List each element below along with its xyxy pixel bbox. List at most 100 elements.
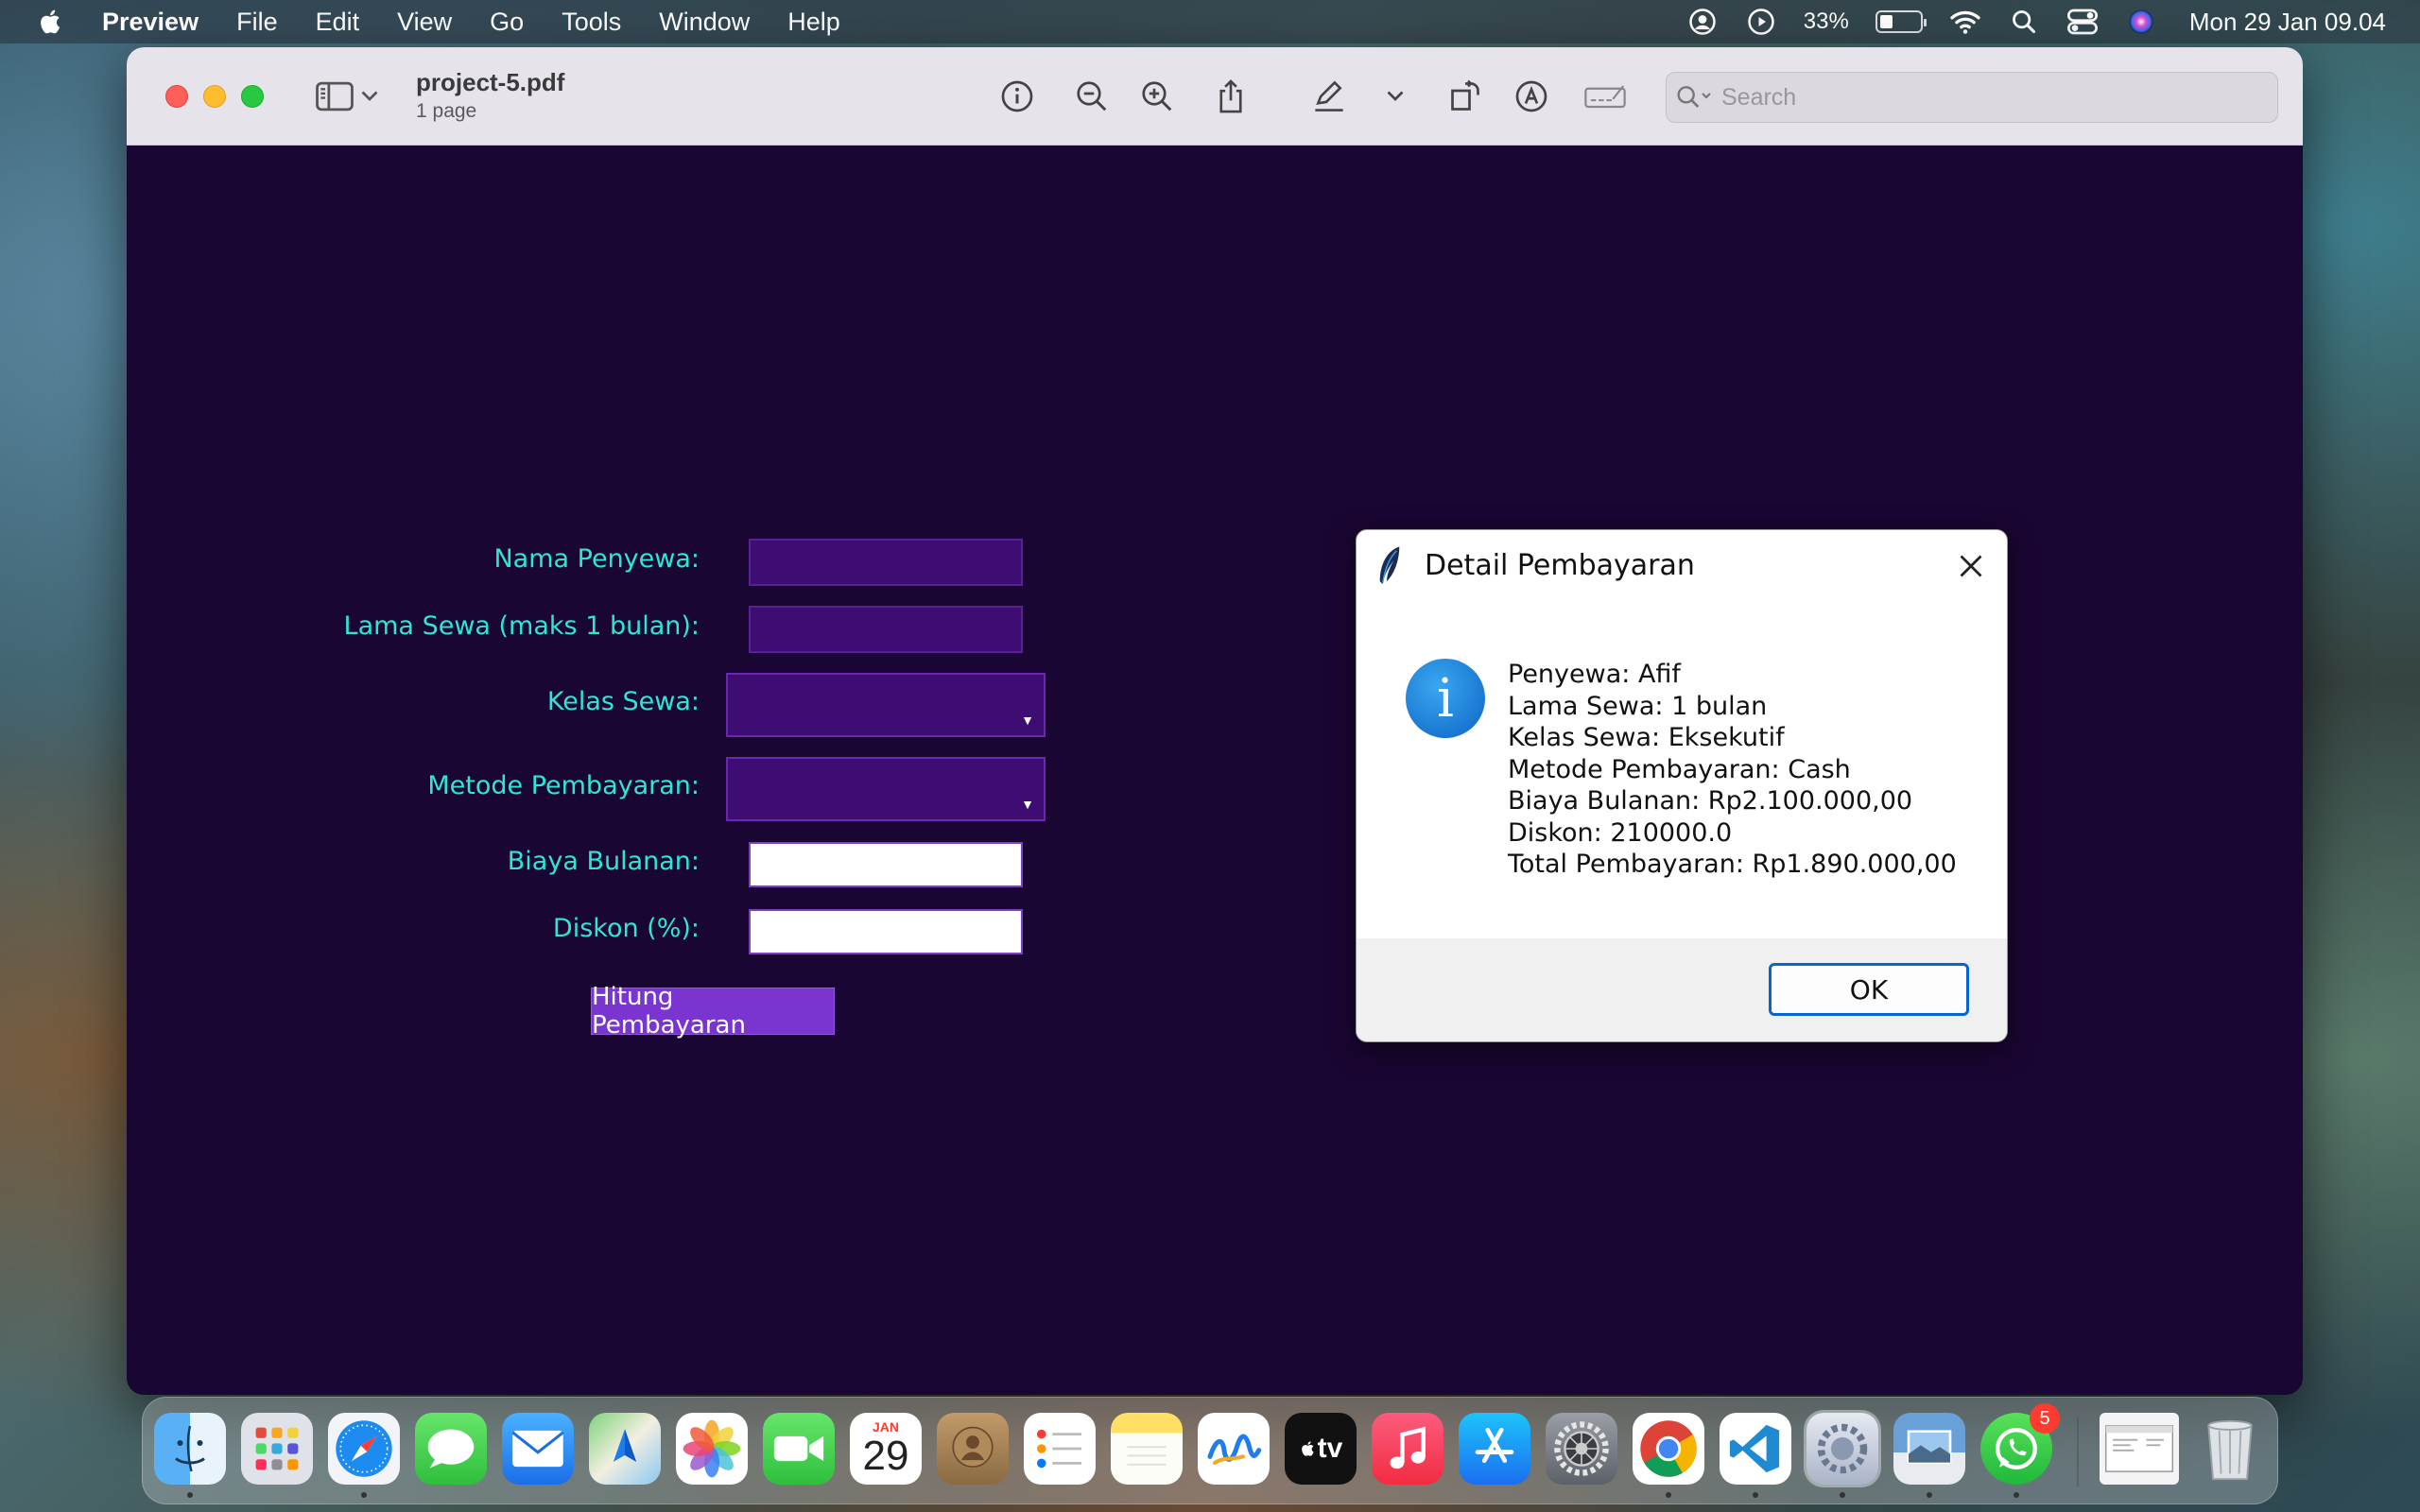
highlighter-pen-icon — [1315, 80, 1343, 112]
markup-options-button[interactable] — [1374, 76, 1416, 117]
facetime-icon[interactable] — [763, 1413, 835, 1485]
trash-icon[interactable] — [2194, 1413, 2266, 1485]
close-icon — [1960, 555, 1982, 577]
input-biaya-bulanan[interactable] — [749, 842, 1023, 887]
window-maximize-button[interactable] — [241, 85, 264, 108]
select-kelas-sewa[interactable]: ▼ — [726, 673, 1046, 737]
info-icon: i — [1406, 659, 1485, 738]
search-icon — [1676, 82, 1718, 112]
maps-icon[interactable] — [589, 1413, 661, 1485]
user-account-icon[interactable] — [1686, 8, 1719, 36]
app-store-icon[interactable] — [1459, 1413, 1530, 1485]
apple-logo-small-icon — [1301, 1441, 1314, 1456]
chevron-down-icon — [361, 91, 378, 101]
battery-icon[interactable] — [1875, 10, 1927, 33]
input-lama-sewa[interactable] — [749, 606, 1023, 653]
play-circle-icon[interactable] — [1745, 8, 1777, 36]
dropdown-arrow-icon: ▼ — [1021, 713, 1034, 728]
dialog-message: Penyewa: Afif Lama Sewa: 1 bulan Kelas Sew… — [1508, 659, 1957, 881]
safari-running-dot — [361, 1492, 367, 1498]
battery-fill — [1879, 15, 1893, 28]
share-icon — [1219, 79, 1242, 113]
siri-icon[interactable] — [2125, 8, 2157, 36]
label-biaya-bulanan: Biaya Bulanan: — [507, 847, 700, 876]
messages-icon[interactable] — [415, 1413, 487, 1485]
label-diskon: Diskon (%): — [552, 914, 700, 943]
contacts-icon[interactable] — [937, 1413, 1009, 1485]
hitung-pembayaran-button[interactable]: Hitung Pembayaran — [591, 983, 835, 1040]
dialog-title: Detail Pembayaran — [1425, 549, 1695, 582]
chevron-down-icon — [1387, 91, 1404, 101]
whatsapp-notification-badge: 5 — [2030, 1403, 2060, 1434]
label-lama-sewa: Lama Sewa (maks 1 bulan): — [343, 611, 700, 641]
finder-running-dot — [187, 1492, 193, 1498]
finder-icon[interactable] — [154, 1413, 226, 1485]
message-line-biaya: Biaya Bulanan: Rp2.100.000,00 — [1508, 786, 1913, 816]
message-line-lama-sewa: Lama Sewa: 1 bulan — [1508, 691, 1768, 721]
zoom-in-button[interactable] — [1136, 76, 1178, 117]
vscode-icon[interactable] — [1720, 1413, 1791, 1485]
recent-window-thumbnail[interactable] — [2100, 1413, 2179, 1485]
dock-separator — [2077, 1417, 2079, 1486]
sidebar-icon — [316, 81, 354, 112]
music-icon[interactable] — [1372, 1413, 1443, 1485]
share-button[interactable] — [1210, 76, 1252, 117]
dialog-footer: OK — [1357, 938, 2007, 1041]
input-nama-penyewa[interactable] — [749, 539, 1023, 586]
info-button[interactable] — [996, 76, 1038, 117]
dialog-close-button[interactable] — [1952, 547, 1990, 585]
notes-icon[interactable] — [1111, 1413, 1183, 1485]
apple-tv-label: tv — [1317, 1433, 1343, 1464]
search-input[interactable] — [1721, 83, 2251, 112]
menu-tools[interactable]: Tools — [562, 8, 621, 37]
rotate-button[interactable] — [1444, 76, 1486, 117]
control-center-icon[interactable] — [2066, 8, 2099, 36]
menu-app-preview[interactable]: Preview — [102, 8, 199, 37]
ok-button[interactable]: OK — [1769, 963, 1969, 1016]
dock: JAN 29 tv 5 — [142, 1397, 2278, 1504]
freeform-icon[interactable] — [1198, 1413, 1270, 1485]
reminders-icon[interactable] — [1024, 1413, 1096, 1485]
markup-button[interactable] — [1308, 76, 1350, 117]
menu-view[interactable]: View — [397, 8, 452, 37]
safari-icon[interactable] — [328, 1413, 400, 1485]
python-launcher-icon[interactable] — [1806, 1413, 1878, 1485]
pen-circle-icon — [1515, 80, 1547, 112]
dialog-body: i Penyewa: Afif Lama Sewa: 1 bulan Kelas S… — [1357, 604, 2007, 902]
label-kelas-sewa: Kelas Sewa: — [546, 687, 700, 716]
mail-icon[interactable] — [502, 1413, 574, 1485]
menu-window[interactable]: Window — [659, 8, 750, 37]
message-line-penyewa: Penyewa: Afif — [1508, 660, 1681, 689]
dialog-titlebar: Detail Pembayaran — [1357, 530, 2007, 604]
whatsapp-icon[interactable]: 5 — [1980, 1403, 2060, 1485]
menu-help[interactable]: Help — [787, 8, 840, 37]
apple-tv-icon[interactable]: tv — [1285, 1413, 1357, 1485]
select-metode-pembayaran[interactable]: ▼ — [726, 757, 1046, 821]
input-diskon[interactable] — [749, 909, 1023, 954]
message-line-kelas-sewa: Kelas Sewa: Eksekutif — [1508, 723, 1785, 752]
window-minimize-button[interactable] — [203, 85, 226, 108]
chrome-icon[interactable] — [1633, 1413, 1704, 1485]
sidebar-toggle-button[interactable] — [316, 79, 388, 113]
toolbar-search[interactable] — [1666, 72, 2278, 123]
menu-go[interactable]: Go — [490, 8, 524, 37]
preview-app-icon[interactable] — [1893, 1413, 1965, 1485]
message-line-metode: Metode Pembayaran: Cash — [1508, 754, 1851, 784]
form-fill-button[interactable] — [1584, 76, 1626, 117]
wifi-icon[interactable] — [1949, 8, 1981, 36]
launchpad-icon[interactable] — [241, 1413, 313, 1485]
window-close-button[interactable] — [165, 85, 188, 108]
annotate-button[interactable] — [1511, 76, 1552, 117]
menu-edit[interactable]: Edit — [316, 8, 360, 37]
menubar-clock[interactable]: Mon 29 Jan 09.04 — [2189, 8, 2386, 37]
tk-feather-icon — [1379, 546, 1400, 585]
spotlight-search-icon[interactable] — [2008, 8, 2040, 36]
label-nama-penyewa: Nama Penyewa: — [493, 544, 700, 574]
zoom-out-button[interactable] — [1071, 76, 1113, 117]
apple-logo-icon[interactable] — [36, 7, 66, 37]
form-fill-icon — [1584, 85, 1626, 109]
photos-icon[interactable] — [676, 1413, 748, 1485]
menu-file[interactable]: File — [236, 8, 278, 37]
system-settings-icon[interactable] — [1546, 1413, 1617, 1485]
calendar-icon[interactable]: JAN 29 — [850, 1413, 922, 1485]
